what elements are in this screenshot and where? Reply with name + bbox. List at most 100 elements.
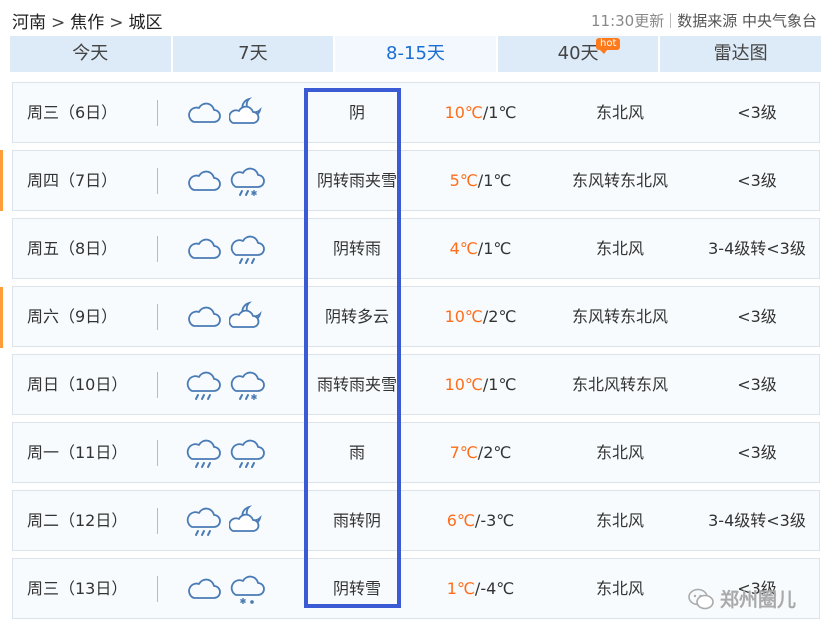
watermark: 郑州圈儿 <box>688 585 796 612</box>
tab-today[interactable]: 今天 <box>10 36 173 72</box>
breadcrumb-province[interactable]: 河南 <box>12 13 46 33</box>
day-label: 周一（11日） <box>27 443 128 462</box>
forecast-row[interactable]: 周三（6日） 阴 东北风 <3级 10℃/1℃ <box>12 82 820 143</box>
cloudy-icon <box>188 578 221 599</box>
wind-direction: 东北风 <box>595 239 644 258</box>
wind-level: 3-4级转<3级 <box>708 511 806 530</box>
forecast-row[interactable]: 周五（8日） 阴转雨 东北风 3-4级转<3级 4℃/1℃ <box>12 218 820 279</box>
watermark-text: 郑州圈儿 <box>720 589 797 611</box>
partly-cloudy-night-icon <box>229 97 262 124</box>
day-label: 周四（7日） <box>27 171 118 190</box>
rain-icon <box>186 439 221 468</box>
forecast-row[interactable]: 周一（11日） 雨 东北风 <3级 7℃/2℃ <box>12 422 820 483</box>
weather-description: 雨转雨夹雪 <box>316 375 397 394</box>
weather-description: 阴转雨夹雪 <box>316 171 397 190</box>
wind-level: <3级 <box>737 375 777 394</box>
cloudy-icon <box>188 238 221 259</box>
low-temperature: /1℃ <box>477 239 512 258</box>
rain-icon <box>186 371 221 400</box>
high-temperature: 7℃ <box>449 443 478 462</box>
cloudy-icon <box>188 306 221 327</box>
column-divider <box>157 168 158 194</box>
weather-icons <box>185 423 275 482</box>
rain-icon <box>230 235 265 264</box>
partly-cloudy-night-icon <box>229 301 262 328</box>
temperature-range: 7℃/2℃ <box>423 423 538 482</box>
weather-description: 阴转多云 <box>324 307 389 326</box>
column-divider <box>157 508 158 534</box>
tab-8-15-days[interactable]: 8-15天 <box>335 36 498 72</box>
tab-40-days[interactable]: 40天 hot <box>497 36 661 72</box>
snow-icon <box>230 575 265 604</box>
weather-icons <box>185 287 275 346</box>
breadcrumb-separator: > <box>109 13 124 33</box>
temperature-range: 10℃/1℃ <box>423 355 538 414</box>
header-bar: 河南 > 焦作 > 城区 11:30更新 数据来源 中央气象台 <box>0 0 831 36</box>
wind-level: <3级 <box>737 103 777 122</box>
rain-icon <box>186 507 221 536</box>
weather-description: 阴转雪 <box>332 579 381 598</box>
low-temperature: /-3℃ <box>474 511 515 530</box>
forecast-row[interactable]: 周日（10日） 雨转雨夹雪 东北风转东风 <3级 10℃/1℃ <box>12 354 820 415</box>
low-temperature: /1℃ <box>482 375 517 394</box>
sleet-icon <box>230 371 265 400</box>
temperature-range: 5℃/1℃ <box>423 151 538 210</box>
hot-badge: hot <box>595 38 621 54</box>
wind-direction: 东北风 <box>595 443 644 462</box>
cloudy-icon <box>188 102 221 123</box>
breadcrumb: 河南 > 焦作 > 城区 <box>12 8 163 33</box>
wind-direction: 东北风转东风 <box>571 375 668 394</box>
weather-icons <box>185 219 275 278</box>
column-divider <box>157 304 158 330</box>
forecast-list: 周三（6日）阴东北风 <3级 10℃/1℃ 周四（7日） 阴转雨夹雪 东风转东北风 <3级 5… <box>12 82 820 626</box>
high-temperature: 6℃ <box>446 511 475 530</box>
weather-description: 阴转雨 <box>332 239 381 258</box>
tab-7-days[interactable]: 7天 <box>172 36 336 72</box>
high-temperature: 10℃ <box>444 103 483 122</box>
wind-level: 3-4级转<3级 <box>708 239 806 258</box>
forecast-row[interactable]: 周六（9日） 阴转多云 东风转东北风 <3级 10℃/2℃ <box>12 286 820 347</box>
day-label: 周三（6日） <box>27 103 118 122</box>
column-divider <box>157 440 158 466</box>
low-temperature: /2℃ <box>477 443 512 462</box>
low-temperature: /1℃ <box>477 171 512 190</box>
low-temperature: /2℃ <box>482 307 517 326</box>
weather-icons <box>185 83 275 142</box>
partly-cloudy-night-icon <box>229 505 262 532</box>
wind-direction: 东北风 <box>595 579 644 598</box>
weather-icons <box>185 151 275 210</box>
weather-icons <box>185 355 275 414</box>
high-temperature: 10℃ <box>444 307 483 326</box>
wind-level: <3级 <box>737 443 777 462</box>
tab-label: 雷达图 <box>713 43 768 64</box>
day-label: 周三（13日） <box>27 579 128 598</box>
tab-label: 8-15天 <box>386 43 445 64</box>
weather-icons <box>185 559 275 618</box>
tab-label: 今天 <box>72 43 109 64</box>
row-edge-mark <box>0 150 3 211</box>
high-temperature: 10℃ <box>444 375 483 394</box>
tab-radar[interactable]: 雷达图 <box>660 36 821 72</box>
temperature-range: 10℃/2℃ <box>423 287 538 346</box>
column-divider <box>157 236 158 262</box>
tab-label: 7天 <box>238 43 268 64</box>
column-divider <box>157 372 158 398</box>
breadcrumb-city[interactable]: 焦作 <box>70 13 104 33</box>
day-label: 周日（10日） <box>27 375 128 394</box>
temperature-range: 4℃/1℃ <box>423 219 538 278</box>
forecast-row[interactable]: 周四（7日） 阴转雨夹雪 东风转东北风 <3级 5℃/1℃ <box>12 150 820 211</box>
high-temperature: 4℃ <box>449 239 478 258</box>
breadcrumb-separator: > <box>51 13 66 33</box>
update-time: 11:30更新 <box>590 12 665 30</box>
low-temperature: /1℃ <box>482 103 517 122</box>
high-temperature: 5℃ <box>449 171 478 190</box>
temperature-range: 1℃/-4℃ <box>423 559 538 618</box>
forecast-row[interactable]: 周二（12日） 雨转阴 东北风 3-4级转<3级 6℃/-3℃ <box>12 490 820 551</box>
meta-divider <box>670 13 672 28</box>
column-divider <box>157 100 158 126</box>
high-temperature: 1℃ <box>446 579 475 598</box>
day-label: 周二（12日） <box>27 511 128 530</box>
temperature-range: 6℃/-3℃ <box>423 491 538 550</box>
wind-direction: 东北风 <box>595 103 644 122</box>
rain-icon <box>230 439 265 468</box>
